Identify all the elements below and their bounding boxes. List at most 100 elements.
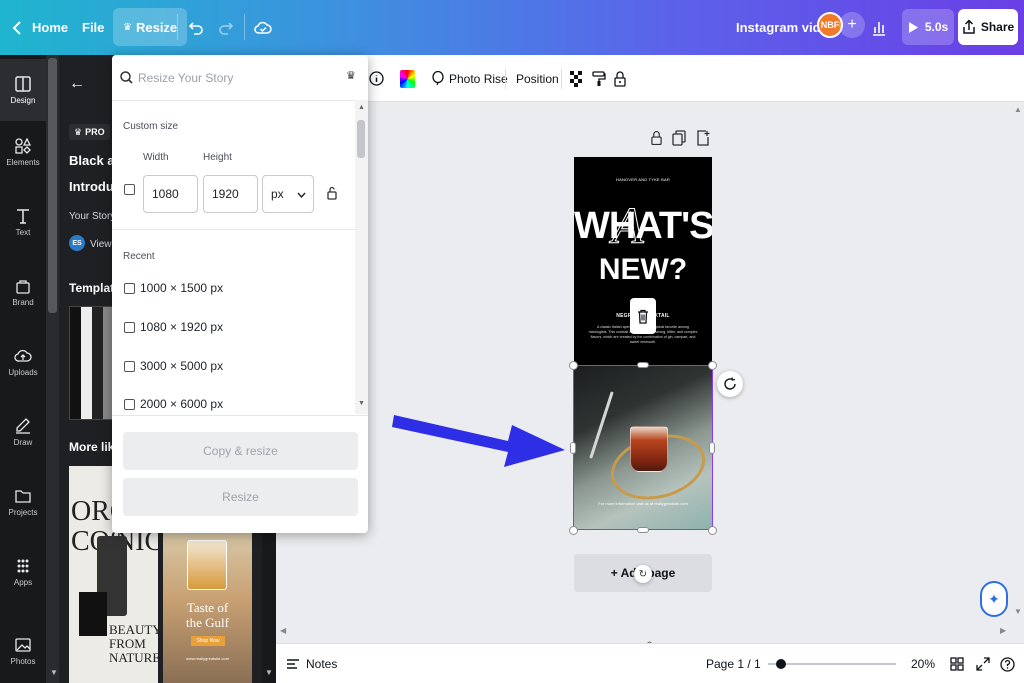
canvas-vertical-scrollbar[interactable]: ▲ ▼: [1012, 102, 1024, 622]
width-field[interactable]: 1080: [143, 175, 198, 213]
document-title[interactable]: Instagram vido: [736, 0, 828, 55]
resize-confirm-button[interactable]: Resize: [123, 478, 358, 516]
replace-button[interactable]: [717, 371, 743, 397]
back-arrow-icon[interactable]: ←: [69, 75, 85, 93]
file-menu-button[interactable]: File: [82, 0, 104, 55]
cloud-save-button[interactable]: [254, 0, 272, 55]
scroll-down-icon[interactable]: ▼: [358, 400, 365, 407]
width-label: Width: [143, 152, 169, 163]
delete-button[interactable]: [630, 298, 656, 334]
recent-item-checkbox[interactable]: [124, 322, 135, 333]
resize-handle[interactable]: [569, 526, 578, 535]
rail-item-uploads[interactable]: Uploads: [0, 331, 46, 393]
rail-label: Brand: [12, 297, 34, 307]
present-button[interactable]: 5.0s: [902, 9, 954, 45]
help-button[interactable]: [1000, 644, 1015, 683]
notes-icon: [287, 659, 299, 669]
height-field[interactable]: 1920: [203, 175, 258, 213]
recent-item-label[interactable]: 1000 × 1500 px: [140, 281, 223, 295]
info-button[interactable]: [369, 55, 384, 102]
paint-roller-icon: [592, 70, 606, 86]
magic-assistant-button[interactable]: ✦: [980, 581, 1008, 617]
more-like-card-whisky[interactable]: Taste of the Gulf Shop Now www.reallygre…: [163, 530, 252, 683]
redo-button[interactable]: [218, 0, 234, 55]
custom-size-checkbox[interactable]: [124, 184, 135, 195]
resize-handle[interactable]: [708, 526, 717, 535]
rail-label: Uploads: [8, 367, 38, 377]
photo-rise-button[interactable]: Photo Rise: [432, 55, 508, 102]
resize-search-input[interactable]: [138, 69, 328, 87]
zoom-level[interactable]: 20%: [911, 644, 935, 683]
side-panel-scroll-thumb[interactable]: [48, 58, 57, 313]
resize-handle[interactable]: [570, 442, 576, 454]
card-text: the Gulf: [186, 615, 229, 630]
notes-button[interactable]: Notes: [286, 644, 337, 683]
scroll-right-icon[interactable]: ▶: [1000, 626, 1006, 635]
fullscreen-button[interactable]: [976, 644, 990, 683]
transparency-button[interactable]: [570, 55, 584, 102]
canvas-horizontal-scrollbar[interactable]: ◀ ▶: [276, 625, 1012, 639]
rail-item-draw[interactable]: Draw: [0, 401, 46, 463]
copy-and-resize-button[interactable]: Copy & resize: [123, 432, 358, 470]
resize-search-bar: ♛: [112, 55, 368, 101]
share-icon: [963, 19, 975, 34]
recent-item-checkbox[interactable]: [124, 399, 135, 410]
duplicate-page-icon[interactable]: [672, 130, 686, 146]
unlock-icon[interactable]: [327, 186, 337, 200]
copy-style-button[interactable]: [592, 55, 606, 102]
rail-item-design[interactable]: Design: [0, 59, 46, 121]
crown-icon: ♛: [123, 21, 132, 33]
design-header-small[interactable]: HANOVER AND TYKE BAR: [574, 177, 712, 182]
scroll-left-icon[interactable]: ◀: [280, 626, 286, 635]
color-button[interactable]: [400, 55, 415, 102]
recent-item-label[interactable]: 1080 × 1920 px: [140, 320, 223, 334]
design-script-overlay[interactable]: A: [612, 197, 645, 256]
zoom-slider-thumb[interactable]: [775, 659, 786, 669]
rail-item-text[interactable]: Text: [0, 191, 46, 253]
undo-button[interactable]: [188, 0, 204, 55]
crown-icon: ♛: [74, 126, 83, 137]
scroll-down-icon[interactable]: ▼: [1014, 607, 1022, 616]
add-page-icon[interactable]: [696, 130, 710, 146]
page-indicator[interactable]: Page 1 / 1: [706, 644, 761, 683]
scroll-up-icon[interactable]: ▲: [1014, 105, 1022, 114]
scroll-down-icon[interactable]: ▼: [265, 668, 273, 677]
resize-handle[interactable]: [708, 361, 717, 370]
design-headline2[interactable]: NEW?: [574, 253, 712, 287]
unit-select[interactable]: px: [262, 175, 314, 213]
card-text: NATURE: [109, 650, 158, 665]
scroll-up-icon[interactable]: ▲: [358, 104, 365, 111]
dropdown-scroll-thumb[interactable]: [357, 120, 365, 158]
recent-item-label[interactable]: 2000 × 6000 px: [140, 397, 223, 411]
recent-item-checkbox[interactable]: [124, 283, 135, 294]
dropdown-scrollbar[interactable]: ▲ ▼: [355, 100, 368, 414]
zoom-slider-track[interactable]: [768, 663, 896, 665]
analytics-button[interactable]: [870, 0, 888, 55]
add-collaborator-button[interactable]: +: [839, 12, 865, 38]
lock-button[interactable]: [614, 55, 626, 102]
resize-handle[interactable]: [637, 527, 649, 533]
whisky-glass: [187, 540, 227, 590]
position-button[interactable]: Position: [516, 55, 559, 102]
lock-icon[interactable]: [651, 130, 662, 146]
resize-handle[interactable]: [709, 442, 715, 454]
brand-icon: [16, 279, 30, 294]
home-button[interactable]: Home: [12, 0, 68, 55]
rail-item-apps[interactable]: Apps: [0, 541, 46, 603]
resize-handle[interactable]: [637, 362, 649, 368]
recent-item-checkbox[interactable]: [124, 361, 135, 372]
rail-item-photos[interactable]: Photos: [0, 627, 46, 683]
grid-view-button[interactable]: [950, 644, 964, 683]
top-bar: Home File ♛ Resize Instagram vido NBF + …: [0, 0, 1024, 55]
scroll-down-icon[interactable]: ▼: [50, 668, 58, 677]
rotate-handle[interactable]: ↻: [634, 565, 652, 583]
recent-item-label[interactable]: 3000 × 5000 px: [140, 359, 223, 373]
apps-icon: [17, 559, 29, 572]
rail-item-brand[interactable]: Brand: [0, 261, 46, 323]
template-thumbnail[interactable]: [69, 306, 115, 420]
rail-item-projects[interactable]: Projects: [0, 471, 46, 533]
resize-handle[interactable]: [569, 361, 578, 370]
share-button[interactable]: Share: [958, 9, 1018, 45]
rail-item-elements[interactable]: Elements: [0, 121, 46, 183]
selection-box[interactable]: [573, 365, 713, 530]
